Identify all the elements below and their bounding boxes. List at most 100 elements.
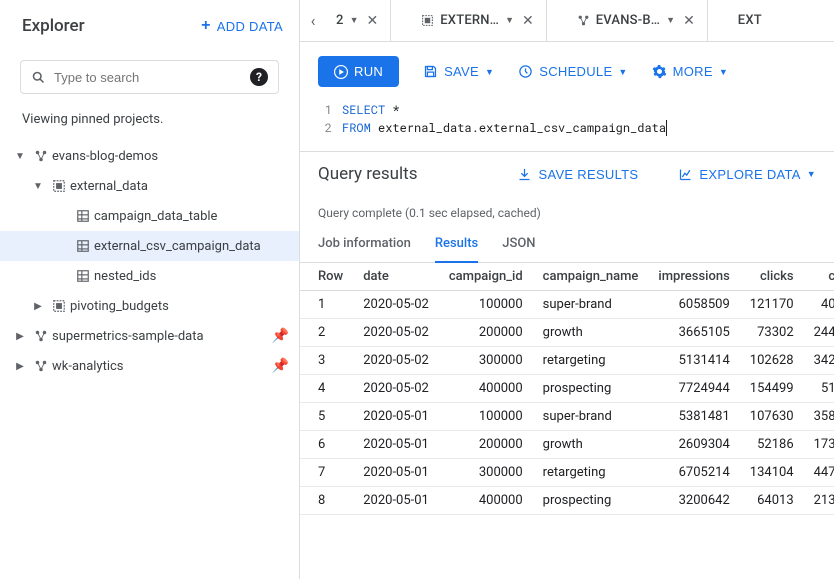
cell-row: 7 [300,459,353,487]
tree-project[interactable]: ▶ wk-analytics 📌 [0,351,299,381]
cell-date: 2020-05-02 [353,347,439,375]
tree-label: wk-analytics [52,359,272,374]
explorer-sidebar: Explorer + ADD DATA ? Viewing pinned pro… [0,0,300,579]
schedule-button[interactable]: SCHEDULE ▼ [518,64,627,79]
code-content[interactable]: SELECT * FROM external_data.external_csv… [342,101,667,137]
tab-json[interactable]: JSON [502,230,535,262]
save-button[interactable]: SAVE ▼ [423,64,494,79]
cell-impressions: 7724944 [648,375,739,403]
tab-prev-icon[interactable]: ‹ [300,11,326,30]
cell-cost: 342.09 [804,347,834,375]
cell-date: 2020-05-01 [353,459,439,487]
tab-label: EXTERN… [440,13,499,28]
close-icon[interactable]: ✕ [365,13,381,29]
results-table-wrap[interactable]: Row date campaign_id campaign_name impre… [300,263,834,579]
results-title: Query results [318,164,418,184]
cell-campaign-name: prospecting [533,375,649,403]
table-row: 12020-05-02100000super-brand605850912117… [300,291,834,319]
more-label: MORE [673,64,713,79]
cell-clicks: 154499 [740,375,804,403]
cell-clicks: 64013 [740,487,804,515]
cell-date: 2020-05-02 [353,291,439,319]
tree-project[interactable]: ▼ evans-blog-demos [0,141,299,171]
chevron-down-icon[interactable]: ▼ [666,15,675,26]
cell-cost: 244.34 [804,319,834,347]
cell-impressions: 5381481 [648,403,739,431]
collapse-icon[interactable]: ▼ [28,181,48,192]
cell-impressions: 3200642 [648,487,739,515]
pin-icon[interactable]: 📌 [272,328,289,344]
tree-label: supermetrics-sample-data [52,329,272,344]
sql-keyword: SELECT [342,102,385,118]
tab-label: 2 [336,13,344,28]
expand-icon[interactable]: ▶ [10,361,30,372]
table-row: 32020-05-02300000retargeting513141410262… [300,347,834,375]
cell-campaign-name: prospecting [533,487,649,515]
table-icon [72,209,94,223]
cell-date: 2020-05-01 [353,403,439,431]
editor-tab[interactable]: EXTERN… ▼ ✕ [391,0,546,41]
cell-campaign-id: 100000 [439,403,533,431]
cell-impressions: 6705214 [648,459,739,487]
tree-table[interactable]: campaign_data_table [0,201,299,231]
cell-clicks: 102628 [740,347,804,375]
table-row: 62020-05-01200000growth260930452186173.9… [300,431,834,459]
tree-table[interactable]: external_csv_campaign_data [0,231,299,261]
col-clicks: clicks [740,263,804,291]
cell-impressions: 6058509 [648,291,739,319]
schedule-label: SCHEDULE [539,64,612,79]
collapse-icon[interactable]: ▼ [10,151,30,162]
chevron-down-icon[interactable]: ▼ [505,15,514,26]
gear-icon [652,64,667,79]
cell-cost: 515.0 [804,375,834,403]
tree-label: nested_ids [94,269,289,284]
editor-tab[interactable]: EVANS-B… ▼ ✕ [547,0,708,41]
table-icon [72,269,94,283]
sql-editor[interactable]: 12 SELECT * FROM external_data.external_… [300,101,834,151]
dataset-icon [421,14,434,27]
pin-icon[interactable]: 📌 [272,358,289,374]
explore-data-button[interactable]: EXPLORE DATA ▼ [678,167,816,182]
table-row: 82020-05-01400000prospecting320064264013… [300,487,834,515]
table-icon [72,239,94,253]
col-campaign-id: campaign_id [439,263,533,291]
results-header: Query results SAVE RESULTS EXPLORE DATA … [300,151,834,196]
tab-label: EXT [738,13,762,28]
tree-project[interactable]: ▶ supermetrics-sample-data 📌 [0,321,299,351]
search-box[interactable]: ? [20,60,279,94]
col-campaign-name: campaign_name [533,263,649,291]
add-data-button[interactable]: + ADD DATA [201,17,283,35]
cell-campaign-id: 400000 [439,487,533,515]
expand-icon[interactable]: ▶ [10,331,30,342]
cell-campaign-id: 300000 [439,347,533,375]
cell-campaign-id: 400000 [439,375,533,403]
search-input[interactable] [54,70,242,85]
query-toolbar: RUN SAVE ▼ SCHEDULE ▼ MORE ▼ [300,42,834,101]
tree-dataset[interactable]: ▶ pivoting_budgets [0,291,299,321]
save-results-button[interactable]: SAVE RESULTS [517,167,638,182]
pinned-projects-note: Viewing pinned projects. [0,98,299,137]
tree-dataset[interactable]: ▼ external_data [0,171,299,201]
more-button[interactable]: MORE ▼ [652,64,728,79]
cell-campaign-name: retargeting [533,347,649,375]
run-button[interactable]: RUN [318,56,399,87]
tab-results[interactable]: Results [435,230,478,263]
explore-data-label: EXPLORE DATA [699,167,800,182]
close-icon[interactable]: ✕ [520,13,536,29]
chevron-down-icon[interactable]: ▼ [350,15,359,26]
help-icon[interactable]: ? [250,68,268,86]
editor-tab[interactable]: 2 ▼ ✕ [326,0,391,41]
cell-campaign-name: super-brand [533,403,649,431]
tree-table[interactable]: nested_ids [0,261,299,291]
save-results-label: SAVE RESULTS [538,167,638,182]
cell-cost: 358.77 [804,403,834,431]
project-icon [30,329,52,343]
close-icon[interactable]: ✕ [681,13,697,29]
expand-icon[interactable]: ▶ [28,301,48,312]
dataset-icon [48,299,70,313]
tab-job-information[interactable]: Job information [318,230,411,262]
editor-tab[interactable]: EXT [708,0,772,41]
sql-text: external_data.external_csv_campaign_data [371,120,667,136]
tree-label: campaign_data_table [94,209,289,224]
editor-tabs: ‹ 2 ▼ ✕ EXTERN… ▼ ✕ EVANS-B… ▼ ✕ EXT [300,0,834,42]
